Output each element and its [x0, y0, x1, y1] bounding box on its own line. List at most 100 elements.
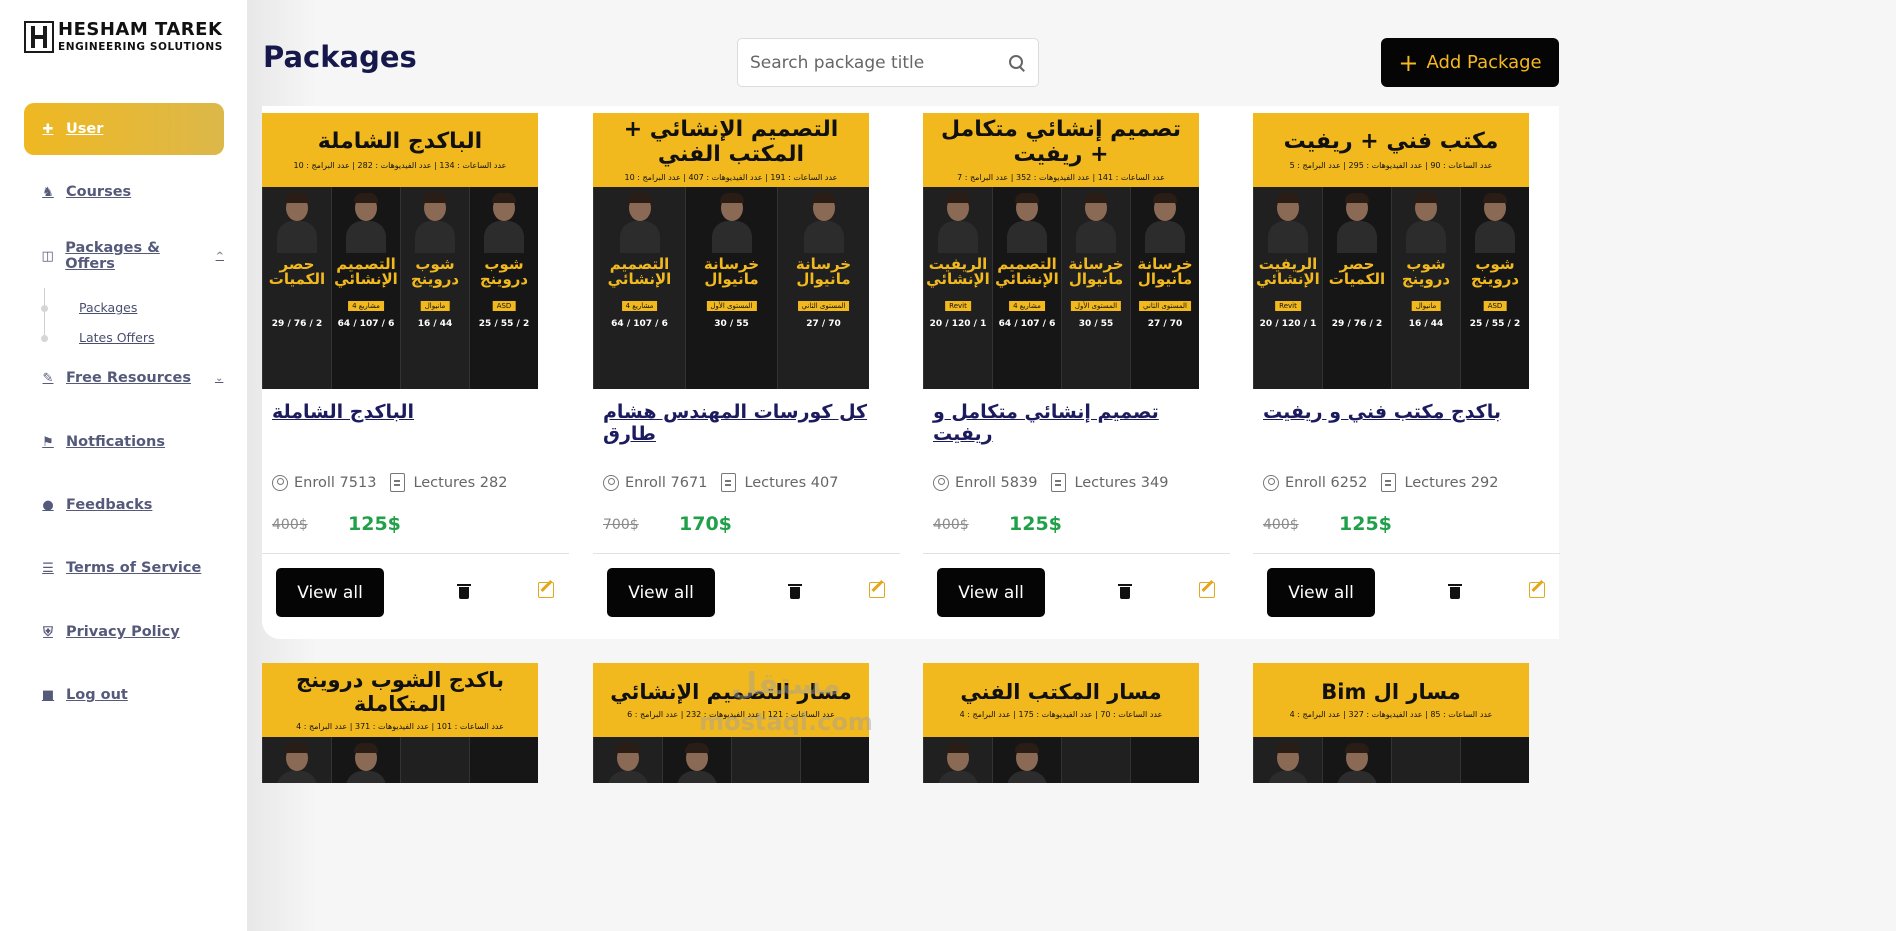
add-package-label: Add Package [1426, 52, 1542, 73]
instructor-photo [711, 193, 752, 253]
instructor-photo [277, 193, 317, 253]
search-input[interactable]: Search package title [737, 38, 1039, 87]
brand-name: HESHAM TAREK [58, 19, 223, 41]
sidebar-item-logout[interactable]: ■ Log out [24, 669, 224, 721]
package-thumbnail[interactable]: مسار ال Bim عدد الساعات : 85 | عدد الفيد… [1253, 663, 1529, 783]
submenu-line [44, 288, 45, 342]
package-thumbnail[interactable]: باكدج الشوب دروينج المتكاملة عدد الساعات… [262, 663, 538, 783]
enroll-count: Enroll 7671 [625, 474, 708, 491]
sidebar-item-user[interactable]: ✚ User [24, 103, 224, 155]
sidebar-item-terms[interactable]: ☰ Terms of Service [24, 542, 224, 594]
package-meta: Enroll 6252 Lectures 292 [1263, 473, 1498, 492]
search-icon[interactable] [1008, 54, 1026, 72]
user-icon [603, 474, 619, 491]
package-thumbnail[interactable]: مسار المكتب الفني عدد الساعات : 70 | عدد… [923, 663, 1199, 783]
instructor-photo [1337, 193, 1377, 253]
thumbnail-body: التصميم الإنشائي 4 مشاريع 64 / 107 / 6 خ… [593, 187, 869, 389]
thumb-column-stats: 16 / 44 [1408, 319, 1444, 329]
thumb-column: حصر الكميات 29 / 76 / 2 [1322, 187, 1391, 389]
thumb-column: خرسانة مانيوال المستوى الأول 30 / 55 [685, 187, 777, 389]
thumb-column-stats: 64 / 107 / 6 [337, 319, 395, 329]
teacher-icon: ♞ [42, 184, 54, 200]
thumb-column-tag: ASD [492, 301, 516, 311]
thumb-column [1061, 737, 1130, 783]
instructor-photo [1406, 193, 1446, 253]
package-meta: Enroll 7671 Lectures 407 [603, 473, 838, 492]
card-divider [262, 553, 569, 554]
thumbnail-body [262, 737, 538, 783]
package-name-link[interactable]: كل كورسات المهندس هشام طارق [603, 401, 893, 445]
view-all-button[interactable]: View all [276, 568, 384, 617]
edit-icon[interactable] [1199, 582, 1215, 598]
submenu-dot [41, 305, 48, 312]
instructor-photo [938, 743, 978, 783]
lectures-count: Lectures 349 [1074, 474, 1169, 491]
thumbnail-title: باكدج الشوب دروينج المتكاملة [295, 668, 505, 716]
thumb-column-title: حصر الكميات [1328, 255, 1386, 288]
thumb-column-tag: Revit [945, 301, 971, 311]
lectures-count: Lectures 282 [413, 474, 508, 491]
thumbnail-body: الريفيت الإنشائي Revit 20 / 120 / 1 حصر … [1253, 187, 1529, 389]
thumb-column-title: الريفيت الإنشائي [1256, 255, 1320, 288]
thumb-column-stats: 20 / 120 / 1 [1259, 319, 1317, 329]
edit-square-icon: ✎ [42, 370, 54, 386]
thumb-column: حصر الكميات 29 / 76 / 2 [262, 187, 331, 389]
thumb-column-tag: المستوى الأول [1070, 301, 1122, 311]
instructor-photo [938, 193, 978, 253]
chevron-up-icon: ^ [215, 250, 224, 262]
thumb-column-title: شوب دروينج [479, 255, 529, 288]
package-thumbnail[interactable]: مكتب فني + ريفيت عدد الساعات : 90 | عدد … [1253, 113, 1529, 389]
sidebar: HESHAM TAREK ENGINEERING SOLUTIONS ✚ Use… [0, 0, 247, 931]
package-name-link[interactable]: باكدج مكتب فني و ريفيت [1263, 401, 1553, 423]
bag-icon: ◫ [41, 248, 54, 264]
brand-logo[interactable]: HESHAM TAREK ENGINEERING SOLUTIONS [24, 20, 224, 54]
sidebar-item-privacy[interactable]: ⛨ Privacy Policy [24, 606, 224, 658]
thumb-column: خرسانة مانيوال المستوى الثاني 27 / 70 [1130, 187, 1199, 389]
lectures-count: Lectures 292 [1404, 474, 1499, 491]
package-thumbnail[interactable]: الباكدج الشاملة عدد الساعات : 134 | عدد … [262, 113, 538, 389]
thumb-column-tag: المستوى الثاني [1139, 301, 1191, 311]
package-thumbnail[interactable]: التصميم الإنشائي + المكتب الفني عدد السا… [593, 113, 869, 389]
thumb-column-title: خرسانة مانيوال [1137, 255, 1193, 288]
sidebar-item-free-resources[interactable]: ✎ Free Resources ⌄ [24, 352, 224, 404]
instructor-photo [346, 743, 386, 783]
thumb-column-tag: المستوى الأول [706, 301, 757, 311]
bell-icon: ⚑ [42, 434, 54, 450]
sidebar-item-feedbacks[interactable]: ● Feedbacks [24, 479, 224, 531]
sidebar-item-label: Terms of Service [66, 560, 202, 576]
edit-icon[interactable] [538, 582, 554, 598]
thumbnail-meta: عدد الساعات : 191 | عدد الفيديوهات : 407… [624, 172, 838, 182]
thumb-column-stats: 29 / 76 / 2 [1331, 319, 1383, 329]
thumb-column: التصميم الإنشائي 4 مشاريع 64 / 107 / 6 [992, 187, 1061, 389]
add-package-button[interactable]: + Add Package [1381, 38, 1559, 87]
thumb-column: شوب دروينج ASD 25 / 55 / 2 [469, 187, 538, 389]
trash-icon[interactable] [788, 584, 802, 599]
thumb-column [400, 737, 469, 783]
card-divider [923, 553, 1230, 554]
thumbnail-header: مسار ال Bim عدد الساعات : 85 | عدد الفيد… [1253, 663, 1529, 737]
view-all-button[interactable]: View all [607, 568, 715, 617]
package-name-link[interactable]: الباكدج الشاملة [272, 401, 562, 423]
thumb-column-stats: 27 / 70 [1147, 319, 1183, 329]
edit-icon[interactable] [1529, 582, 1545, 598]
sidebar-item-packages-offers[interactable]: ◫ Packages & Offers ^ [24, 230, 224, 282]
package-name-link[interactable]: تصميم إنشائي متكامل و ريفيت [933, 401, 1223, 445]
trash-icon[interactable] [1118, 584, 1132, 599]
thumb-column: الريفيت الإنشائي Revit 20 / 120 / 1 [923, 187, 992, 389]
trash-icon[interactable] [1448, 584, 1462, 599]
sidebar-item-courses[interactable]: ♞ Courses [24, 166, 224, 218]
view-all-button[interactable]: View all [937, 568, 1045, 617]
sidebar-item-notifications[interactable]: ⚑ Notfications [24, 416, 224, 468]
sidebar-subitem-packages[interactable]: Packages [79, 300, 137, 315]
package-thumbnail[interactable]: تصميم إنشائي متكامل + ريفيت عدد الساعات … [923, 113, 1199, 389]
edit-icon[interactable] [869, 582, 885, 598]
thumbnail-title: تصميم إنشائي متكامل + ريفيت [940, 117, 1182, 167]
view-all-button[interactable]: View all [1267, 568, 1375, 617]
trash-icon[interactable] [457, 584, 471, 599]
thumb-column: خرسانة مانيوال المستوى الثاني 27 / 70 [777, 187, 869, 389]
list-icon: ☰ [42, 560, 54, 576]
thumb-column-title: التصميم الإنشائي [995, 255, 1059, 288]
thumbnail-meta: عدد الساعات : 90 | عدد الفيديوهات : 295 … [1289, 160, 1493, 170]
thumb-column-title: الريفيت الإنشائي [926, 255, 990, 288]
sidebar-subitem-latest-offers[interactable]: Lates Offers [79, 330, 155, 345]
